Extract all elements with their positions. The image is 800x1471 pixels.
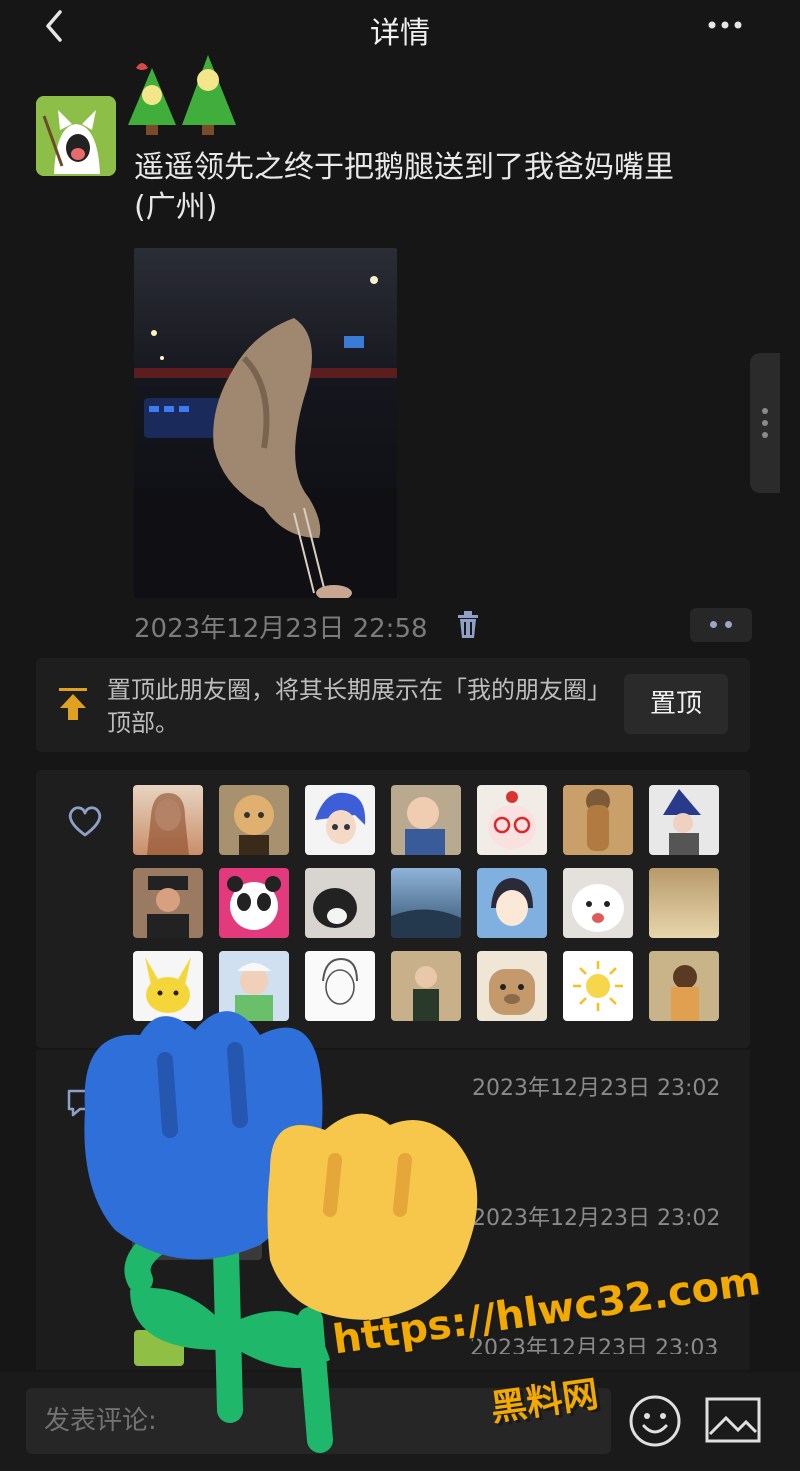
liker-avatar[interactable] (391, 868, 461, 938)
liker-avatar[interactable] (391, 785, 461, 855)
dot-icon (725, 621, 732, 628)
comment-avatar[interactable] (134, 1330, 184, 1366)
liker-avatar[interactable] (305, 951, 375, 1021)
liker-avatar[interactable] (133, 951, 203, 1021)
post-timestamp: 2023年12月23日 22:58 (134, 614, 428, 644)
comment-timestamp: 2023年12月23日 23:02 (472, 1206, 721, 1231)
pin-description: 置顶此朋友圈，将其长期展示在「我的朋友圈」顶部。 (107, 676, 599, 737)
liker-avatar[interactable] (305, 785, 375, 855)
liker-avatar[interactable] (563, 951, 633, 1021)
liker-avatar[interactable] (563, 868, 633, 938)
pin-to-top-icon (56, 686, 90, 722)
liker-avatar[interactable] (649, 951, 719, 1021)
post-text: 遥遥领先之终于把鹅腿送到了我爸妈嘴里 (广州) (134, 148, 754, 228)
more-options-icon[interactable] (700, 12, 750, 38)
liker-avatar[interactable] (219, 951, 289, 1021)
dot-icon (710, 621, 717, 628)
emoji-icon[interactable] (628, 1394, 682, 1448)
like-comment-menu-button[interactable] (690, 608, 752, 642)
comment-avatar[interactable] (132, 1200, 262, 1260)
side-drag-handle[interactable] (750, 353, 780, 493)
heart-icon (66, 804, 104, 838)
liker-avatar[interactable] (649, 785, 719, 855)
author-avatar[interactable] (36, 96, 116, 176)
liker-avatar[interactable] (649, 868, 719, 938)
liker-avatar[interactable] (219, 785, 289, 855)
post-location[interactable]: (广州) (134, 188, 754, 228)
liker-avatar[interactable] (305, 868, 375, 938)
liker-avatar[interactable] (477, 951, 547, 1021)
comment-avatar[interactable] (132, 1074, 262, 1114)
comment-timestamp: 2023年12月23日 23:02 (472, 1076, 721, 1101)
pin-button[interactable]: 置顶 (624, 674, 728, 734)
liker-avatar[interactable] (477, 868, 547, 938)
post-photo[interactable] (134, 248, 397, 598)
liker-avatar[interactable] (219, 868, 289, 938)
liker-avatar[interactable] (133, 785, 203, 855)
liker-avatar[interactable] (563, 785, 633, 855)
post-content: 遥遥领先之终于把鹅腿送到了我爸妈嘴里 (134, 150, 674, 185)
liker-avatars (133, 785, 733, 1021)
tree-characters-decoration (122, 50, 247, 135)
image-icon[interactable] (704, 1396, 762, 1446)
page-title: 详情 (370, 16, 430, 51)
comment-icon (66, 1088, 100, 1118)
liker-avatar[interactable] (391, 951, 461, 1021)
liker-avatar[interactable] (133, 868, 203, 938)
liker-avatar[interactable] (477, 785, 547, 855)
trash-icon[interactable] (455, 610, 481, 640)
